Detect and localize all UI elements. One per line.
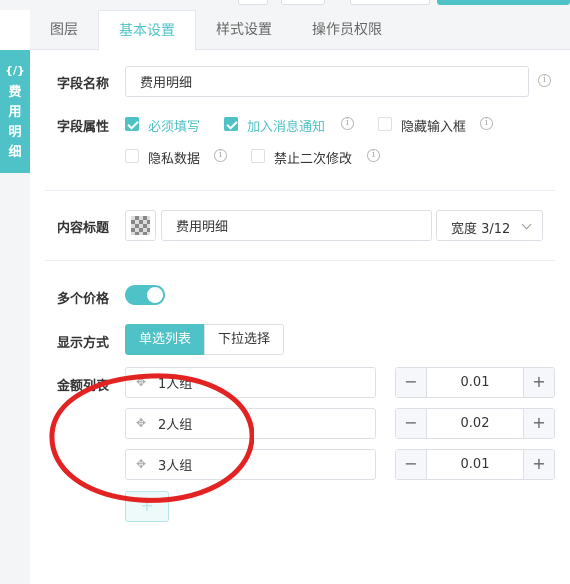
amount-stepper[interactable]: − 0.01 + bbox=[395, 449, 555, 480]
side-tab-fee-detail[interactable]: {/} 费用明细 bbox=[0, 50, 30, 173]
tab-layers[interactable]: 图层 bbox=[30, 10, 98, 50]
width-select[interactable]: 宽度 3/12 bbox=[436, 210, 543, 241]
amount-row-name: 3人组 bbox=[158, 459, 193, 474]
tab-operator-permissions[interactable]: 操作员权限 bbox=[292, 10, 402, 50]
divider bbox=[45, 260, 555, 261]
tab-style-settings[interactable]: 样式设置 bbox=[196, 10, 292, 50]
hide-input-checkbox[interactable] bbox=[378, 117, 392, 131]
hide-input-checkbox-label[interactable]: 隐藏输入框 bbox=[401, 116, 466, 135]
private-data-checkbox-label[interactable]: 隐私数据 bbox=[148, 148, 200, 167]
option-radio-list[interactable]: 单选列表 bbox=[125, 324, 205, 355]
amount-row-name-input[interactable]: ✥ 2人组 bbox=[125, 408, 376, 439]
info-icon[interactable]: i bbox=[538, 74, 551, 87]
amount-row-name-input[interactable]: ✥ 3人组 bbox=[125, 449, 376, 480]
amount-row-name: 2人组 bbox=[158, 418, 193, 433]
top-toolbar-button[interactable] bbox=[281, 0, 325, 5]
amount-stepper[interactable]: − 0.02 + bbox=[395, 408, 555, 439]
field-attr-label: 字段属性 bbox=[57, 120, 110, 135]
amount-value[interactable]: 0.02 bbox=[427, 409, 523, 438]
width-select-value: 宽度 3/12 bbox=[451, 222, 511, 237]
amount-value[interactable]: 0.01 bbox=[427, 368, 523, 397]
top-toolbar-primary-button[interactable] bbox=[437, 0, 570, 5]
field-name-label: 字段名称 bbox=[57, 77, 110, 92]
top-toolbar-button[interactable] bbox=[238, 0, 268, 5]
content-title-label: 内容标题 bbox=[57, 221, 110, 236]
amount-stepper[interactable]: − 0.01 + bbox=[395, 367, 555, 398]
divider bbox=[45, 190, 555, 191]
display-mode-label: 显示方式 bbox=[57, 336, 110, 351]
multi-price-label: 多个价格 bbox=[57, 292, 110, 307]
field-name-input[interactable]: 费用明细 bbox=[125, 66, 529, 97]
amount-value[interactable]: 0.01 bbox=[427, 450, 523, 479]
chevron-down-icon bbox=[521, 219, 532, 230]
content-title-input[interactable]: 费用明细 bbox=[161, 210, 432, 241]
info-icon[interactable]: i bbox=[367, 149, 380, 162]
plus-icon[interactable]: + bbox=[523, 409, 554, 438]
plus-icon[interactable]: + bbox=[523, 368, 554, 397]
required-checkbox[interactable] bbox=[125, 117, 139, 131]
image-picker[interactable] bbox=[125, 210, 156, 241]
plus-icon[interactable]: + bbox=[523, 450, 554, 479]
amount-row-name: 1人组 bbox=[158, 377, 193, 392]
no-second-edit-checkbox-label[interactable]: 禁止二次修改 bbox=[274, 148, 352, 167]
drag-handle-icon[interactable]: ✥ bbox=[136, 458, 148, 470]
add-amount-row-button[interactable]: + bbox=[125, 491, 169, 522]
info-icon[interactable]: i bbox=[341, 117, 354, 130]
required-checkbox-label[interactable]: 必须填写 bbox=[148, 116, 200, 135]
option-dropdown-select[interactable]: 下拉选择 bbox=[204, 324, 284, 355]
code-icon: {/} bbox=[5, 64, 25, 77]
notify-checkbox-label[interactable]: 加入消息通知 bbox=[247, 116, 325, 135]
multi-price-toggle[interactable] bbox=[125, 285, 165, 305]
drag-handle-icon[interactable]: ✥ bbox=[136, 376, 148, 388]
drag-handle-icon[interactable]: ✥ bbox=[136, 417, 148, 429]
top-toolbar-button[interactable] bbox=[350, 0, 430, 5]
info-icon[interactable]: i bbox=[480, 117, 493, 130]
toggle-knob bbox=[147, 287, 163, 303]
minus-icon[interactable]: − bbox=[396, 368, 427, 397]
side-tab-label: 费用明细 bbox=[8, 85, 22, 160]
settings-tabbar: 图层 基本设置 样式设置 操作员权限 bbox=[30, 10, 570, 51]
tab-basic-settings[interactable]: 基本设置 bbox=[98, 10, 196, 51]
notify-checkbox[interactable] bbox=[224, 117, 238, 131]
transparent-image-icon bbox=[131, 216, 150, 235]
no-second-edit-checkbox[interactable] bbox=[251, 149, 265, 163]
amount-row-name-input[interactable]: ✥ 1人组 bbox=[125, 367, 376, 398]
minus-icon[interactable]: − bbox=[396, 409, 427, 438]
amount-list-label: 金额列表 bbox=[57, 379, 110, 394]
minus-icon[interactable]: − bbox=[396, 450, 427, 479]
info-icon[interactable]: i bbox=[214, 149, 227, 162]
private-data-checkbox[interactable] bbox=[125, 149, 139, 163]
